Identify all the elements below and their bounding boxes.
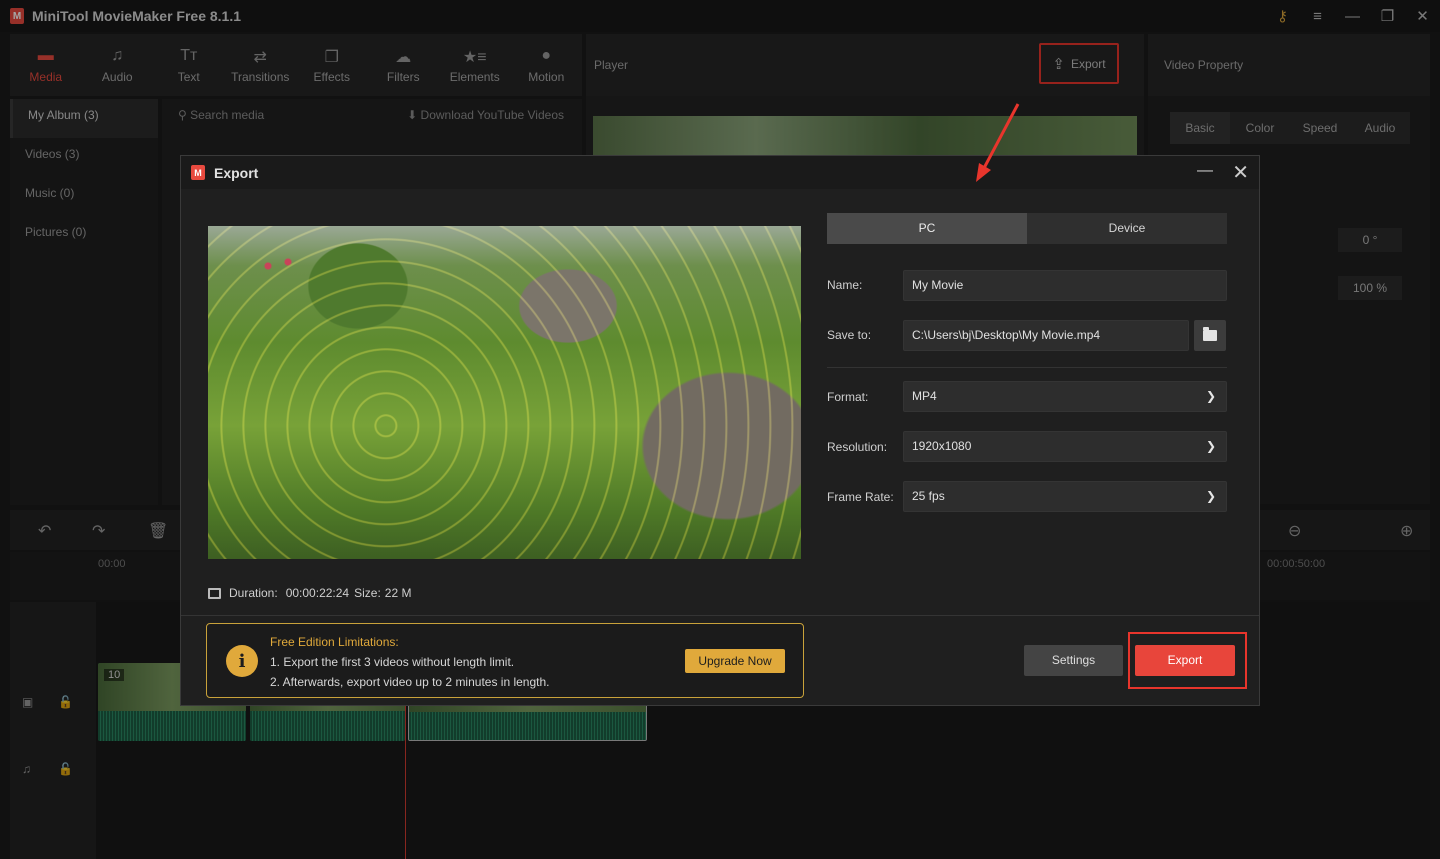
arrow-head (976, 163, 991, 182)
annotation-arrow (976, 103, 1020, 182)
arrow-line (981, 103, 1020, 171)
